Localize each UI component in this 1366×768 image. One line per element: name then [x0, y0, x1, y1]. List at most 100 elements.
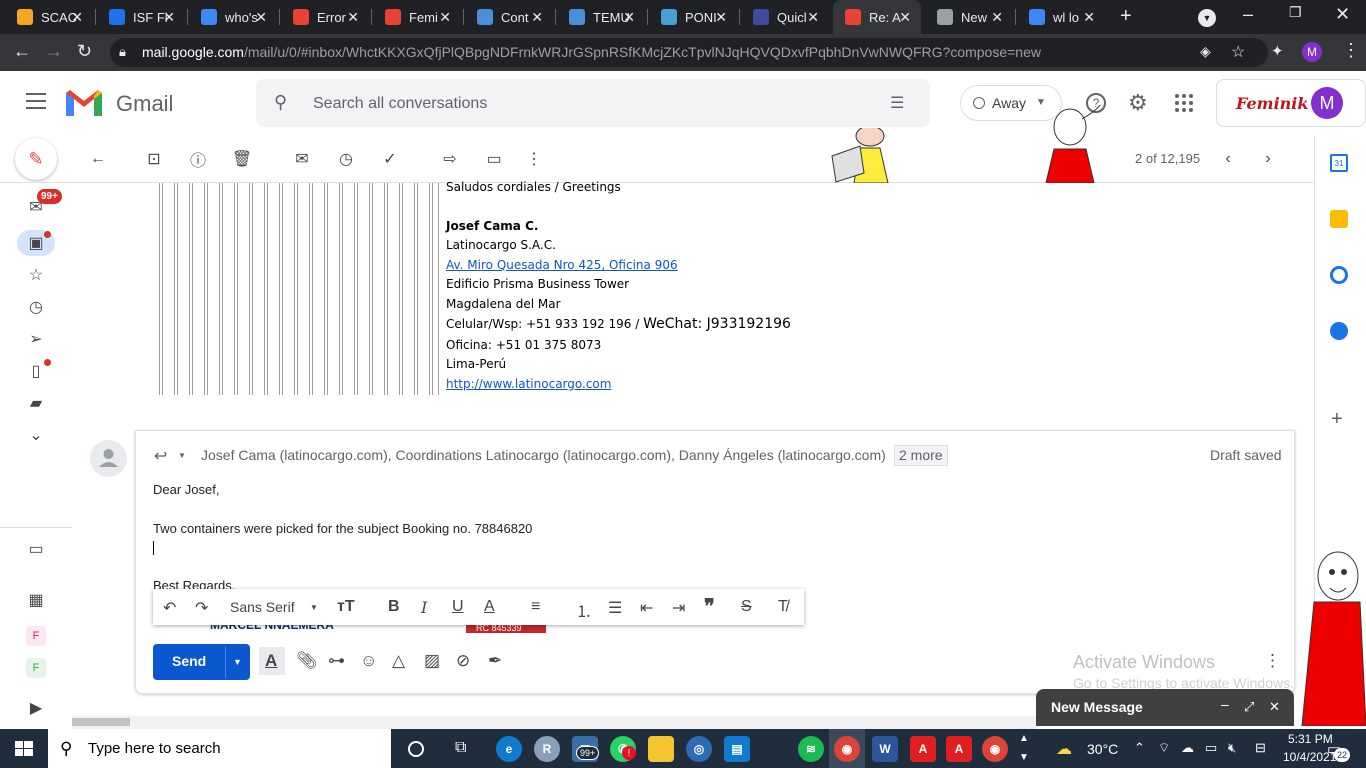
sent-icon[interactable]: ➢	[26, 329, 46, 349]
newer-chevron-icon[interactable]: ‹	[1218, 149, 1238, 169]
recipients-list[interactable]: Josef Cama (latinocargo.com), Coordinati…	[201, 447, 886, 463]
tasks-icon[interactable]	[1330, 266, 1348, 284]
task-view-icon[interactable]: ⧉	[455, 739, 466, 757]
mark-unread-icon[interactable]: ✉	[292, 149, 312, 169]
bulleted-list-icon[interactable]: ☰	[608, 598, 622, 618]
formatting-options-icon[interactable]: A	[265, 651, 277, 671]
cortana-icon[interactable]	[408, 741, 424, 757]
italic-icon[interactable]: I	[421, 598, 427, 617]
chat-icon[interactable]: ▭	[26, 539, 46, 559]
attach-file-icon[interactable]: 📎︎	[296, 651, 318, 671]
font-chevron-icon[interactable]: ▼	[310, 603, 318, 612]
close-compose-icon[interactable]: ✕	[1269, 699, 1280, 715]
body-message[interactable]: Two containers were picked for the subje…	[153, 521, 532, 536]
search-options-icon[interactable]: ☰	[890, 93, 904, 113]
space-f-pink-icon[interactable]: F	[26, 626, 46, 646]
contacts-icon[interactable]	[1330, 322, 1348, 340]
weather-cloud-icon[interactable]: ☁	[1056, 739, 1072, 759]
browser-tab[interactable]: Femi ✕	[373, 0, 461, 34]
close-tab-icon[interactable]: ✕	[163, 9, 175, 26]
close-tab-icon[interactable]: ✕	[623, 9, 635, 26]
word-icon[interactable]: W	[872, 736, 898, 762]
forward-icon[interactable]: →	[45, 41, 63, 62]
r-app-icon[interactable]: R	[534, 736, 560, 762]
sig-address-link[interactable]: Av. Miro Quesada Nro 425, Oficina 906	[446, 258, 678, 272]
scroll-up-icon[interactable]: ▲	[1019, 733, 1029, 744]
sig-website-text[interactable]: http://www.latinocargo.com	[446, 377, 611, 391]
close-window-icon[interactable]: ✕	[1335, 4, 1350, 25]
browser-tab[interactable]: who's ✕	[189, 0, 277, 34]
reply-type-chevron-icon[interactable]: ▼	[178, 451, 186, 460]
chrome-taskbar-icon[interactable]: ◉	[834, 736, 860, 762]
browser-tab[interactable]: Quicl ✕	[741, 0, 829, 34]
starred-icon[interactable]: ☆	[26, 265, 46, 285]
archive-icon[interactable]: ⊡	[144, 149, 164, 169]
schedule-send-chevron-icon[interactable]: ▼	[233, 657, 242, 667]
calendar-icon[interactable]: 31	[1330, 154, 1348, 172]
insert-photo-icon[interactable]: ▨	[424, 651, 440, 671]
browser-tab[interactable]: wl lo ✕	[1017, 0, 1105, 34]
network-app-icon[interactable]: ◎	[686, 736, 712, 762]
body-greeting[interactable]: Dear Josef,	[153, 482, 219, 497]
sig-address-text[interactable]: Av. Miro Quesada Nro 425, Oficina 906	[446, 258, 678, 272]
store-icon[interactable]: ▤	[724, 736, 750, 762]
more-compose-options-icon[interactable]: ⋮	[1264, 651, 1281, 671]
space-f-green-icon[interactable]: F	[26, 658, 46, 678]
cast-icon[interactable]: ◈	[1200, 43, 1211, 60]
close-tab-icon[interactable]: ✕	[991, 9, 1003, 26]
close-tab-icon[interactable]: ✕	[439, 9, 451, 26]
meet-video-icon[interactable]: ▶	[26, 698, 46, 718]
text-color-icon[interactable]: A	[484, 598, 495, 616]
snooze-icon[interactable]: ◷	[336, 149, 356, 169]
wifi-icon[interactable]: ⌔	[1158, 740, 1170, 756]
reload-icon[interactable]: ↻	[77, 41, 92, 62]
inbox-icon[interactable]: ▣	[26, 233, 46, 253]
search-input[interactable]: Search all conversations	[313, 95, 487, 113]
volume-mute-icon[interactable]: 🔇︎	[1228, 740, 1236, 756]
move-to-icon[interactable]: ⇨	[440, 149, 460, 169]
indent-less-icon[interactable]: ⇤	[640, 598, 653, 618]
strikethrough-icon[interactable]: S	[741, 598, 752, 616]
font-family-select[interactable]: Sans Serif	[230, 599, 295, 615]
browser-tab[interactable]: SCAC ✕	[5, 0, 93, 34]
emoji-icon[interactable]: ☺	[360, 651, 377, 671]
undo-icon[interactable]: ↶	[163, 598, 176, 618]
language-icon[interactable]: ⊟	[1255, 740, 1266, 756]
show-hidden-icons-icon[interactable]: ⌃	[1134, 740, 1145, 756]
more-chevron-icon[interactable]: ⌄	[26, 425, 46, 445]
file-explorer-icon[interactable]	[648, 736, 674, 762]
browser-tab[interactable]: Cont ✕	[465, 0, 553, 34]
vpn-icon[interactable]: ☁	[1181, 740, 1194, 756]
browser-tab[interactable]: TEMU ✕	[557, 0, 645, 34]
browser-tab[interactable]: New ✕	[925, 0, 1013, 34]
align-icon[interactable]: ≡	[531, 598, 540, 616]
compose-pencil-icon[interactable]: ✎	[15, 138, 57, 180]
report-spam-icon[interactable]: ⓘ	[188, 149, 208, 170]
close-tab-icon[interactable]: ✕	[807, 9, 819, 26]
scroll-down-icon[interactable]: ▼	[1019, 752, 1029, 763]
older-chevron-icon[interactable]: ›	[1258, 149, 1278, 169]
confidential-mode-icon[interactable]: ⊘	[456, 651, 470, 671]
tab-search-icon[interactable]: ▼	[1198, 9, 1216, 27]
redo-icon[interactable]: ↷	[195, 598, 208, 618]
new-message-title[interactable]: New Message	[1051, 699, 1143, 715]
bold-icon[interactable]: B	[388, 598, 400, 616]
minimize-icon[interactable]: –	[1243, 4, 1253, 25]
taskbar-search-input[interactable]: Type here to search	[88, 740, 221, 757]
snoozed-clock-icon[interactable]: ◷	[26, 297, 46, 317]
settings-gear-icon[interactable]: ⚙	[1128, 90, 1148, 116]
delete-icon[interactable]: 🗑︎	[232, 149, 252, 169]
close-tab-icon[interactable]: ✕	[347, 9, 359, 26]
browser-tab[interactable]: ISF Fi ✕	[97, 0, 185, 34]
clock-time[interactable]: 5:31 PM	[1288, 732, 1333, 746]
chrome-menu-icon[interactable]: ⋮	[1342, 40, 1360, 61]
scrollbar-thumb[interactable]	[72, 718, 130, 726]
close-tab-icon[interactable]: ✕	[531, 9, 543, 26]
body-closing[interactable]: Best Regards,	[153, 578, 235, 589]
browser-tab[interactable]: PONI ✕	[649, 0, 737, 34]
more-recipients-chip[interactable]: 2 more	[894, 445, 948, 466]
font-size-icon[interactable]: тT	[337, 598, 355, 616]
spaces-icon[interactable]: ▦	[26, 590, 46, 610]
temperature[interactable]: 30°C	[1087, 741, 1118, 757]
labels-icon[interactable]: ▭	[484, 149, 504, 169]
